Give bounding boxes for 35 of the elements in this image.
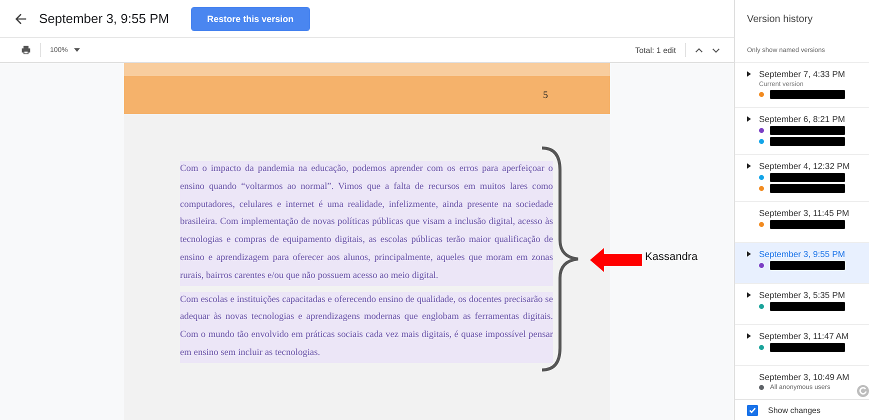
panel-title: Version history xyxy=(746,12,814,26)
version-item[interactable]: September 6, 8:21 PM xyxy=(735,108,869,155)
version-date: September 7, 4:33 PM xyxy=(759,69,845,79)
expand-icon[interactable] xyxy=(747,71,751,77)
annotation-label: Kassandra xyxy=(645,251,698,263)
expand-icon[interactable] xyxy=(747,116,751,122)
checkbox[interactable] xyxy=(747,404,758,416)
next-edit-icon[interactable] xyxy=(712,48,720,52)
version-date: September 3, 11:45 PM xyxy=(759,208,850,218)
show-changes-label: Show changes xyxy=(768,406,820,414)
version-date: September 3, 11:47 AM xyxy=(759,331,849,341)
previous-edit-icon[interactable] xyxy=(695,48,703,52)
version-item[interactable]: September 4, 12:32 PM xyxy=(735,155,869,202)
paragraph: Com o impacto da pandemia na educação, podemos aprender com os erros para aperfeiçoar o ensino quando “voltarmos ao normal”. Vimos que a falta de recursos em muitos lares como computadores, celulares e internet é uma realidade, infelizmente, ainda presente na sociedade brasileira. Com implementação de novas políticas públicas que visam a inclusão digital, acesso às tecnologias e compras de equipamento digitais, as escolas públicas terão maior qualificação de ensino e aprendizagem para oferecer aos alunos, principalmente, aqueles que moram em zonas rurais, bairros carentes e/ou que não possuem acesso ao meio digital. xyxy=(180,161,553,286)
edit-count: Total: 1 edit xyxy=(635,46,676,54)
version-item[interactable]: September 3, 11:47 AM xyxy=(735,325,869,366)
paragraph: Com escolas e instituições capacitadas e oferecendo ensino de qualidade, os docentes precisarão se adequar às novas tecnologias e aprendizagens modernas que englobam as ferramentas digitais. Com o mundo tão envolvido em práticas sociais cada vez mais digitais, é quase impossível pensar em ensino sem incluir as tecnologias. xyxy=(180,292,553,363)
version-item[interactable]: September 3, 5:35 PM xyxy=(735,284,869,325)
page-number: 5 xyxy=(543,90,548,100)
version-date: September 3, 9:55 PM xyxy=(759,249,845,259)
restore-button[interactable]: Restore this version xyxy=(191,6,310,30)
expand-icon[interactable] xyxy=(747,333,751,339)
version-date: September 3, 10:49 AM xyxy=(759,372,850,382)
caret-icon xyxy=(74,48,80,52)
arrow xyxy=(590,248,642,272)
expand-icon[interactable] xyxy=(747,251,751,257)
expand-icon[interactable] xyxy=(747,292,751,298)
version-date: September 4, 12:32 PM xyxy=(759,161,850,171)
version-date: September 3, 5:35 PM xyxy=(759,290,845,300)
version-date: September 6, 8:21 PM xyxy=(759,114,845,124)
version-item[interactable]: September 3, 9:55 PM xyxy=(735,243,869,284)
version-title: September 3, 9:55 PM xyxy=(39,11,170,26)
back-arrow-icon[interactable] xyxy=(15,12,27,24)
print-icon[interactable] xyxy=(21,45,31,55)
expand-icon[interactable] xyxy=(747,163,751,169)
